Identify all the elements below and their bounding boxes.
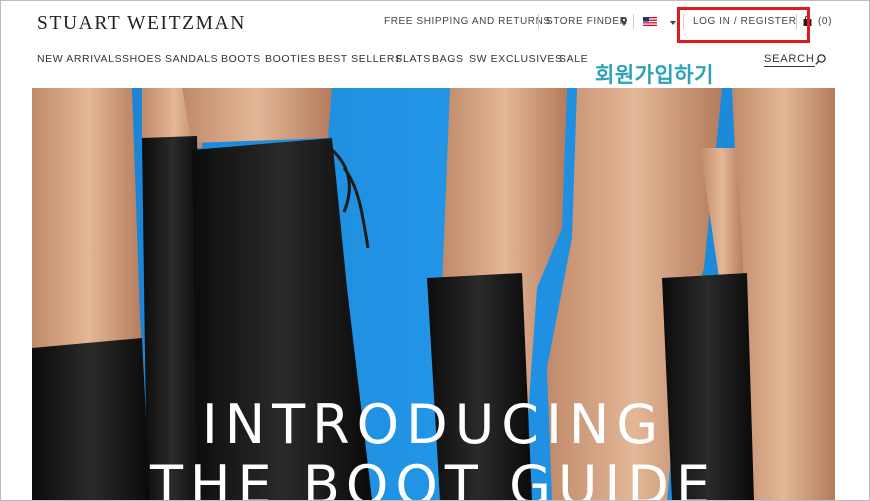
divider bbox=[538, 14, 539, 29]
brand-logo[interactable]: STUART WEITZMAN bbox=[37, 13, 246, 35]
free-shipping-link[interactable]: FREE SHIPPING AND RETURNS bbox=[384, 16, 551, 27]
nav-item-sandals[interactable]: SANDALS bbox=[165, 53, 218, 65]
hero-title-line1: INTRODUCING bbox=[201, 393, 666, 456]
store-finder-link[interactable]: STORE FINDER bbox=[546, 16, 627, 27]
nav-item-booties[interactable]: BOOTIES bbox=[265, 53, 316, 65]
hero-banner[interactable]: INTRODUCING THE BOOT GUIDE bbox=[32, 88, 835, 500]
nav-item-boots[interactable]: BOOTS bbox=[221, 53, 261, 65]
cart-count[interactable]: (0) bbox=[818, 16, 832, 27]
nav-item-sw-exclusives[interactable]: SW EXCLUSIVES bbox=[469, 53, 563, 65]
nav-item-flats[interactable]: FLATS bbox=[396, 53, 431, 65]
search-link[interactable]: SEARCH bbox=[764, 53, 815, 67]
us-flag-icon[interactable] bbox=[643, 17, 657, 26]
nav-item-best-sellers[interactable]: BEST SELLERS bbox=[318, 53, 403, 65]
nav-item-shoes[interactable]: SHOES bbox=[122, 53, 162, 65]
search-icon[interactable] bbox=[815, 54, 826, 65]
nav-item-new-arrivals[interactable]: NEW ARRIVALS bbox=[37, 53, 122, 65]
nav-item-bags[interactable]: BAGS bbox=[432, 53, 464, 65]
nav-item-sale[interactable]: SALE bbox=[559, 53, 588, 65]
chevron-down-icon[interactable] bbox=[670, 21, 676, 25]
signup-annotation: 회원가입하기 bbox=[595, 63, 714, 87]
map-pin-icon[interactable] bbox=[621, 17, 627, 26]
login-highlight-box bbox=[677, 7, 810, 43]
hero-title-line2: THE BOOT GUIDE bbox=[149, 454, 718, 500]
divider bbox=[633, 14, 634, 29]
